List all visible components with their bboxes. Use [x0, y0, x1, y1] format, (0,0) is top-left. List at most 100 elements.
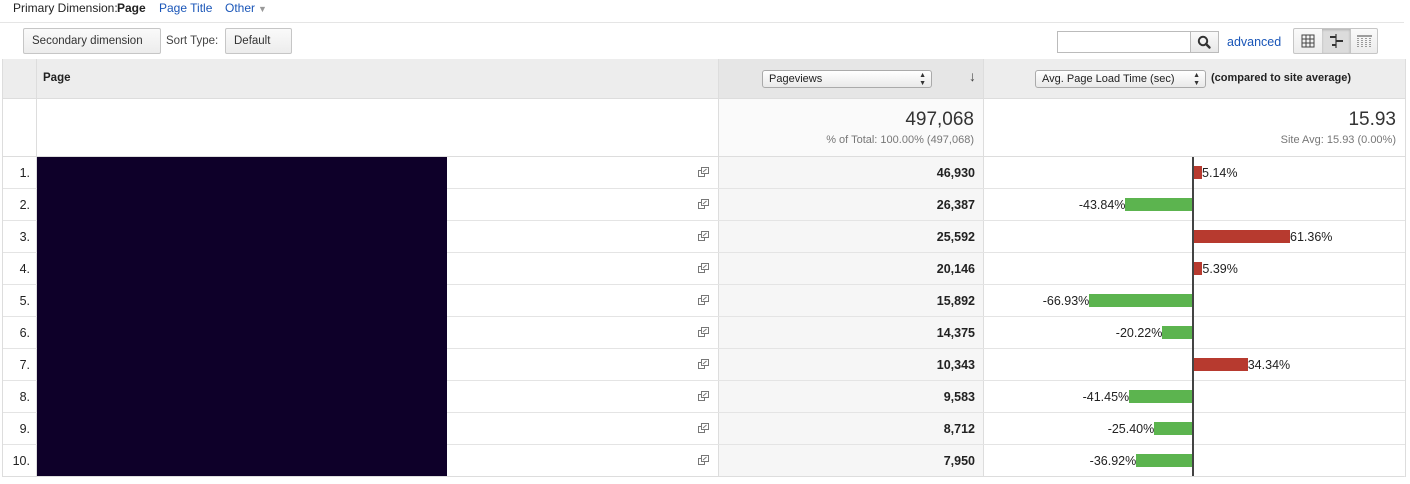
index-header [3, 59, 37, 98]
pageviews-value: 26,387 [936, 198, 975, 212]
pageviews-cell: 26,387 [719, 189, 984, 220]
load-time-comparison-cell: 5.14% [984, 157, 1405, 188]
delta-percent: 5.39% [1202, 262, 1238, 276]
load-time-column-header: Avg. Page Load Time (sec) ▲ ▼ (compared to… [984, 59, 1405, 98]
row-index: 7. [19, 358, 30, 372]
row-index: 5. [19, 294, 30, 308]
redacted-page-path [37, 445, 447, 476]
pageviews-value: 7,950 [943, 454, 975, 468]
table-row: 8. 9,583 -41.45% [3, 381, 1405, 413]
open-page-icon[interactable] [698, 455, 709, 465]
open-page-icon[interactable] [698, 167, 709, 177]
pageviews-cell: 25,592 [719, 221, 984, 252]
row-index: 6. [19, 326, 30, 340]
table-view-icon [1301, 34, 1315, 48]
view-toggle-group [1293, 28, 1378, 54]
load-time-comparison-cell: -41.45% [984, 381, 1405, 412]
page-cell[interactable] [37, 349, 719, 381]
pageviews-cell: 8,712 [719, 413, 984, 444]
row-index-cell: 9. [3, 413, 37, 444]
page-cell[interactable] [37, 189, 719, 221]
row-index-cell: 7. [3, 349, 37, 380]
search-input[interactable] [1057, 31, 1191, 53]
pageviews-cell: 15,892 [719, 285, 984, 316]
sort-type-button[interactable]: Default [225, 28, 292, 67]
primary-dimension-other[interactable]: Other ▼ [225, 1, 267, 15]
primary-dimension-other-label: Other [225, 1, 256, 15]
above-average-bar [1194, 262, 1203, 275]
open-page-icon[interactable] [698, 423, 709, 433]
redacted-page-path [37, 157, 447, 189]
above-average-bar [1194, 230, 1291, 243]
open-page-icon[interactable] [698, 295, 709, 305]
open-page-icon[interactable] [698, 263, 709, 273]
site-average-axis [1192, 157, 1194, 476]
select-arrows-icon: ▲ ▼ [919, 72, 926, 87]
primary-dimension-label: Primary Dimension: [13, 1, 118, 15]
pivot-view-icon [1357, 35, 1372, 47]
open-page-icon[interactable] [698, 327, 709, 337]
metric-select[interactable]: Pageviews ▲ ▼ [762, 70, 932, 88]
totals-row: 497,068 % of Total: 100.00% (497,068) 15… [3, 99, 1405, 157]
load-time-site-average: Site Avg: 15.93 (0.00%) [1280, 134, 1396, 146]
pageviews-cell: 9,583 [719, 381, 984, 412]
comparison-view-button[interactable] [1322, 29, 1351, 53]
row-index: 10. [12, 454, 30, 468]
page-cell[interactable] [37, 157, 719, 189]
row-index-cell: 4. [3, 253, 37, 284]
sort-type-label: Sort Type: [166, 35, 219, 47]
page-header-label: Page [43, 72, 71, 84]
pageviews-cell: 20,146 [719, 253, 984, 284]
load-time-comparison-cell: 34.34% [984, 349, 1405, 380]
delta-percent: 34.34% [1247, 358, 1291, 372]
metric-select-value: Pageviews [769, 73, 823, 85]
table-bottom-border [2, 476, 1404, 477]
page-cell[interactable] [37, 381, 719, 413]
table-row: 4. 20,146 5.39% [3, 253, 1405, 285]
row-index-cell: 1. [3, 157, 37, 188]
pageviews-value: 14,375 [936, 326, 975, 340]
open-page-icon[interactable] [698, 391, 709, 401]
sort-descending-icon[interactable]: ↓ [969, 68, 976, 84]
redacted-page-path [37, 317, 447, 349]
search-button[interactable] [1190, 31, 1219, 53]
open-page-icon[interactable] [698, 231, 709, 241]
load-time-comparison-cell: -66.93% [984, 285, 1405, 316]
open-page-icon[interactable] [698, 359, 709, 369]
page-column-header[interactable]: Page [37, 59, 719, 98]
page-cell[interactable] [37, 285, 719, 317]
secondary-dimension-label: Secondary dimension [32, 35, 143, 47]
comparison-metric-select[interactable]: Avg. Page Load Time (sec) ▲ ▼ [1035, 70, 1206, 88]
table-row: 1. 46,930 5.14% [3, 157, 1405, 189]
table-view-button[interactable] [1294, 29, 1323, 53]
table-row: 6. 14,375 -20.22% [3, 317, 1405, 349]
pageviews-value: 20,146 [936, 262, 975, 276]
load-time-comparison-cell: -20.22% [984, 317, 1405, 348]
row-index-cell: 2. [3, 189, 37, 220]
load-time-comparison-cell: -36.92% [984, 445, 1405, 476]
primary-dimension-page[interactable]: Page [117, 1, 146, 15]
table-row: 10. 7,950 -36.92% [3, 445, 1405, 477]
pageviews-value: 25,592 [936, 230, 975, 244]
load-time-comparison-cell: -25.40% [984, 413, 1405, 444]
page-cell[interactable] [37, 317, 719, 349]
page-cell[interactable] [37, 221, 719, 253]
redacted-page-path [37, 349, 447, 381]
redacted-page-path [37, 253, 447, 285]
primary-dimension-page-title[interactable]: Page Title [159, 1, 212, 15]
select-arrows-icon: ▲ ▼ [1193, 72, 1200, 87]
pivot-view-button[interactable] [1350, 29, 1378, 53]
page-cell[interactable] [37, 413, 719, 445]
redacted-page-path [37, 285, 447, 317]
below-average-bar [1154, 422, 1194, 435]
table-header-row: Page Pageviews ▲ ▼ ↓ Avg. Page Load Time (… [3, 59, 1405, 99]
delta-percent: 61.36% [1290, 230, 1333, 244]
open-page-icon[interactable] [698, 199, 709, 209]
advanced-filter-link[interactable]: advanced [1227, 35, 1281, 49]
page-cell[interactable] [37, 445, 719, 476]
secondary-dimension-button[interactable]: Secondary dimension [23, 28, 161, 67]
delta-percent: -36.92% [1089, 454, 1137, 468]
pageviews-total-percent: % of Total: 100.00% (497,068) [826, 134, 974, 146]
page-cell[interactable] [37, 253, 719, 285]
pageviews-value: 10,343 [936, 358, 975, 372]
